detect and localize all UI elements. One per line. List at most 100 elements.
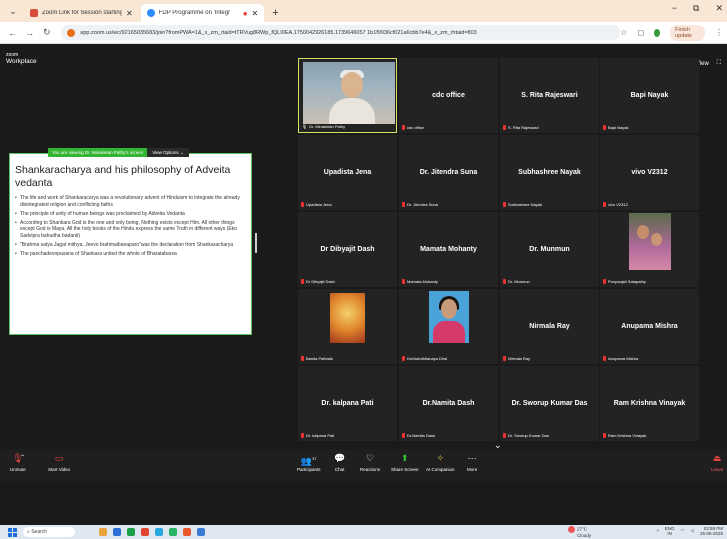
app-icon[interactable]: [197, 528, 205, 536]
fullscreen-icon[interactable]: ⛶: [717, 60, 721, 67]
participant-gallery: 🎙 Dr. Minaketan Pathy cdc office cdc offi…: [296, 58, 699, 443]
language-indicator[interactable]: ENG IN: [665, 526, 675, 536]
unmute-label: Unmute: [10, 467, 26, 472]
more-button[interactable]: ⋯ More: [467, 452, 477, 472]
participant-name: Dr. Munmun: [529, 246, 570, 253]
participants-label: Participants: [297, 467, 321, 472]
participant-tile[interactable]: Banita Pattnaik: [298, 289, 397, 364]
menu-icon[interactable]: ⋮: [715, 28, 723, 37]
start-video-label: Start Video: [48, 467, 71, 472]
app-icon[interactable]: [155, 528, 163, 536]
profile-avatar[interactable]: [654, 28, 661, 37]
participant-video: [303, 62, 395, 124]
start-video-button[interactable]: ▭ Start Video: [48, 452, 70, 472]
ai-companion-button[interactable]: ✧ AI Companion: [426, 452, 455, 472]
participant-label-text: Upadista Jena: [306, 202, 332, 207]
address-bar: ← → ↻ app.zoom.us/wc/92165035683/join?fr…: [0, 22, 727, 44]
participant-tile[interactable]: cdc office cdc office: [399, 58, 498, 133]
participant-label-text: Anupama Mishra: [608, 356, 639, 361]
participant-tile[interactable]: Dr Dibyajit Dash Dr Dibyajit Dash: [298, 212, 397, 287]
clock[interactable]: 03:59 PM 25-06-2025: [700, 526, 723, 536]
weather-text: Cloudy: [577, 533, 592, 538]
windows-start-icon[interactable]: [8, 527, 17, 537]
finish-update-button[interactable]: Finish update: [670, 24, 705, 41]
app-icon[interactable]: [127, 528, 135, 536]
tab-zoom-link[interactable]: Zoom Link for Session starting ✕: [24, 4, 139, 22]
slide-bullet: The life and work of Shankaracarya was a…: [15, 195, 247, 208]
participant-label-text: Ram Krishna Vinayak: [608, 433, 647, 438]
participant-label-text: Bapi Nayak: [608, 125, 629, 130]
app-icon[interactable]: [141, 528, 149, 536]
participant-tile[interactable]: Nirmala Ray Nirmala Ray: [500, 289, 599, 364]
resize-handle[interactable]: [255, 233, 257, 253]
participant-label-text: Kshirabdhitanaya Dhal: [407, 356, 448, 361]
tab-search-icon[interactable]: ⌄: [6, 4, 20, 18]
close-icon[interactable]: ✕: [126, 9, 133, 18]
participant-label-text: Dr. Minaketan Pathy: [309, 124, 346, 129]
participant-photo: [629, 213, 671, 270]
participant-name: Upadista Jena: [323, 169, 372, 176]
leave-icon: ⏏: [712, 453, 722, 463]
leave-button[interactable]: ⏏ Leave: [711, 452, 723, 472]
participant-tile[interactable]: Dr. kalpana Pati Dr. kalpana Pati: [298, 366, 397, 441]
muted-mic-icon: [603, 279, 606, 284]
shared-screen[interactable]: You are viewing Dr. Minaketan Pathy's sc…: [9, 148, 252, 335]
participant-tile[interactable]: Upadista Jena Upadista Jena: [298, 135, 397, 210]
app-icon[interactable]: [169, 528, 177, 536]
participant-tile[interactable]: Kshirabdhitanaya Dhal: [399, 289, 498, 364]
participant-tile[interactable]: vivo V2312 vivo V2312: [600, 135, 699, 210]
participant-tile[interactable]: Ram Krishna Vinayak Ram Krishna Vinayak: [600, 366, 699, 441]
tray-overflow-icon[interactable]: ^: [657, 529, 659, 534]
view-options-button[interactable]: View Options ⌄: [147, 148, 189, 157]
audio-options-icon[interactable]: ⌃: [20, 452, 25, 465]
forward-icon[interactable]: →: [25, 28, 34, 38]
participant-label-text: Dr. Sworup Kumar Das: [508, 433, 549, 438]
new-tab-button[interactable]: +: [272, 7, 278, 19]
back-icon[interactable]: ←: [8, 28, 17, 38]
tab-fdp-programme[interactable]: FDP Programme on 'Integr ● ✕: [140, 4, 265, 22]
participant-tile[interactable]: Anupama Mishra Anupama Mishra: [600, 289, 699, 364]
participant-label: Poopanjali Satapathy: [603, 279, 646, 284]
volume-icon[interactable]: ◁: [691, 528, 694, 534]
participant-tile[interactable]: Dr. Sworup Kumar Das Dr. Sworup Kumar Da…: [500, 366, 599, 441]
muted-mic-icon: [402, 125, 405, 130]
participant-tile[interactable]: S. Rita Rajeswari S. Rita Rajeswari: [500, 58, 599, 133]
muted-mic-icon: [603, 433, 606, 438]
app-icon[interactable]: [183, 528, 191, 536]
reactions-button[interactable]: ♡ Reactions: [360, 452, 380, 472]
restore-button[interactable]: ⧉: [693, 3, 699, 14]
wifi-icon[interactable]: ◠: [681, 528, 685, 534]
participant-tile[interactable]: Mamata Mohanty Mamata Mohanty: [399, 212, 498, 287]
extensions-icon[interactable]: ◻: [637, 28, 644, 37]
participant-tile[interactable]: Subhashree Nayak Subhashree Nayak: [500, 135, 599, 210]
app-icon[interactable]: [113, 528, 121, 536]
app-icon[interactable]: [99, 528, 107, 536]
participant-name: Subhashree Nayak: [518, 169, 581, 176]
reload-icon[interactable]: ↻: [42, 27, 51, 38]
participant-tile[interactable]: Dr.Namita Dash Dr.Namita Dash: [399, 366, 498, 441]
participant-tile[interactable]: Bapi Nayak Bapi Nayak: [600, 58, 699, 133]
bookmark-star-icon[interactable]: ☆: [620, 28, 627, 37]
muted-mic-icon: [301, 202, 304, 207]
weather-widget[interactable]: 27°C Cloudy: [568, 526, 591, 538]
participant-tile[interactable]: 🎙 Dr. Minaketan Pathy: [298, 58, 397, 133]
muted-mic-icon: [503, 356, 506, 361]
participant-tile[interactable]: Dr. Jitendra Suna Dr. Jitendra Suna: [399, 135, 498, 210]
close-icon[interactable]: ✕: [252, 9, 259, 18]
participant-label-text: Dr. Jitendra Suna: [407, 202, 438, 207]
chat-button[interactable]: 💬 Chat: [334, 452, 345, 472]
participant-name: Dr. Sworup Kumar Das: [511, 400, 588, 407]
temperature: 27°C: [577, 526, 588, 532]
site-info-icon[interactable]: [67, 28, 76, 37]
url-field[interactable]: app.zoom.us/wc/92165035683/join?fromPWA=…: [61, 25, 621, 40]
share-screen-button[interactable]: ⬆ Share Screen: [391, 452, 419, 472]
close-window-button[interactable]: ✕: [715, 3, 723, 14]
slide-bullet: According to Shankara God is the one and…: [15, 220, 247, 240]
participants-button[interactable]: 👥37 Participants: [297, 452, 321, 472]
taskbar-search[interactable]: ⌕ Search: [23, 527, 75, 537]
participant-tile[interactable]: Dr. Munmun Dr. Munmun: [500, 212, 599, 287]
taskbar: ⌕ Search 27°C Cloudy ^ ENG IN ◠ ◁ 03:59 P…: [0, 525, 727, 539]
more-icon: ⋯: [467, 453, 477, 463]
participant-tile[interactable]: Poopanjali Satapathy: [600, 212, 699, 287]
minimize-button[interactable]: −: [672, 3, 677, 14]
